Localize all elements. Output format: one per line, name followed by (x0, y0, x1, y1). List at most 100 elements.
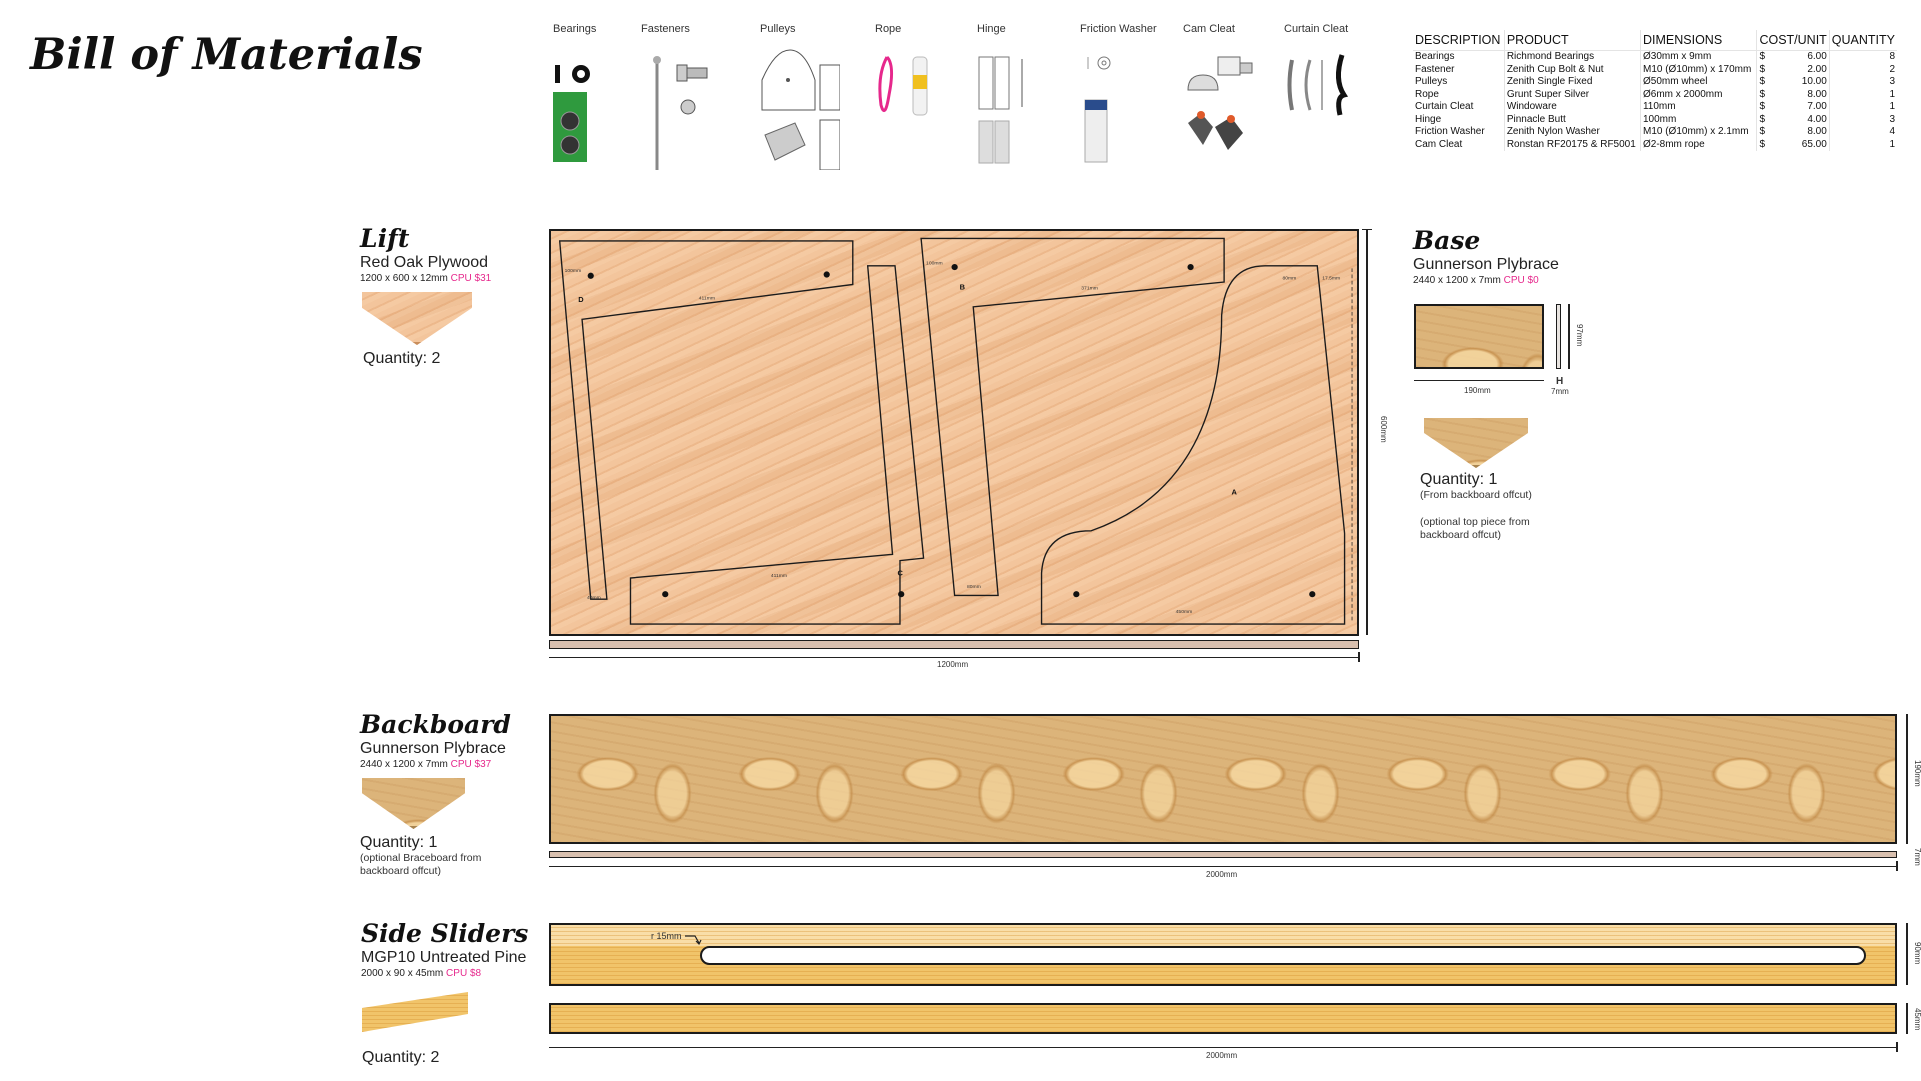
material-dims: 2440 x 1200 x 7mm (360, 759, 448, 770)
thickness-label: 45mm (1913, 1008, 1921, 1031)
hardware-cam-cleat: Cam Cleat (1183, 23, 1263, 170)
table-row: Curtain Cleat Windoware 110mm $7.00 1 (1413, 101, 1897, 114)
hardware-label: Bearings (553, 23, 597, 35)
cell-cost: 2.00 (1775, 63, 1830, 76)
rope-icon (878, 55, 928, 116)
section-title: Backboard (360, 710, 511, 739)
bearing-icon (553, 65, 590, 162)
piece-label-a: A (1232, 488, 1238, 497)
piece-a-outline (1040, 265, 1346, 625)
dimension-tick (1358, 652, 1360, 662)
hardware-friction-washer: Friction Washer (1080, 23, 1160, 175)
cell-description: Rope (1413, 88, 1505, 101)
cell-product: Pinnacle Butt (1504, 113, 1641, 126)
hardware-label: Cam Cleat (1183, 23, 1235, 35)
cell-description: Pulleys (1413, 76, 1505, 89)
piece-b-outline (920, 237, 1225, 597)
material-dims: 2000 x 90 x 45mm (361, 968, 444, 979)
cell-description: Cam Cleat (1413, 138, 1505, 151)
pulley-icon (761, 49, 841, 171)
height-dimension-label: 190mm (1913, 760, 1921, 787)
cell-description: Hinge (1413, 113, 1505, 126)
piece-c-outline (629, 265, 925, 625)
dim-label: 100mm (926, 261, 943, 267)
height-dimension-label: 90mm (1913, 942, 1921, 965)
cell-currency: $ (1759, 113, 1765, 125)
section-title: Base (1413, 226, 1481, 255)
width-dimension-label: 1200mm (937, 660, 969, 669)
piece-label-c: C (897, 569, 903, 578)
hardware-label: Fasteners (641, 23, 690, 35)
cell-quantity: 3 (1889, 76, 1895, 87)
cell-currency: $ (1759, 51, 1765, 62)
cell-cost: 8.00 (1775, 126, 1830, 139)
hardware-label: Curtain Cleat (1284, 23, 1349, 35)
backboard-edge-profile (549, 851, 1897, 858)
width-dimension-line (1414, 380, 1544, 381)
base-edge-profile (1556, 304, 1561, 369)
cell-cost: 4.00 (1775, 113, 1830, 126)
material-name: Gunnerson Plybrace (1413, 256, 1559, 273)
cell-quantity: 3 (1889, 113, 1895, 125)
cell-cost: 8.00 (1775, 88, 1830, 101)
cell-dimensions: M10 (Ø10mm) x 2.1mm (1640, 126, 1758, 139)
column-header: DIMENSIONS (1640, 30, 1758, 51)
cell-currency: $ (1759, 88, 1765, 100)
width-dimension-line (549, 1047, 1897, 1048)
cell-currency: $ (1759, 76, 1765, 87)
piece-d-outline (558, 240, 854, 600)
piece-label-b: B (960, 282, 966, 291)
height-dimension-line (1568, 304, 1570, 369)
cell-quantity: 4 (1889, 126, 1895, 137)
material-name: Red Oak Plywood (360, 254, 489, 271)
dim-label: 100mm (565, 268, 582, 274)
width-dimension-label: 2000mm (1206, 870, 1238, 879)
material-dims: 1200 x 600 x 12mm (360, 273, 448, 284)
cell-quantity: 8 (1889, 51, 1895, 62)
cost-per-unit: CPU $8 (446, 968, 482, 979)
cell-dimensions: Ø30mm x 9mm (1640, 50, 1758, 64)
cost-per-unit: CPU $37 (450, 759, 492, 770)
dim-label: 371mm (1081, 285, 1098, 291)
material-sample-image (1424, 418, 1528, 468)
hardware-bearings: Bearings (553, 23, 633, 170)
cell-dimensions: 110mm (1640, 101, 1758, 114)
lift-edge-profile (549, 640, 1359, 649)
piece-label-d: D (578, 295, 584, 304)
hinge-icon (978, 56, 1023, 164)
thickness-dimension-line (1906, 1003, 1908, 1034)
cell-currency: $ (1759, 63, 1765, 75)
section-title: Lift (360, 224, 410, 253)
quantity-label: Quantity: 2 (363, 350, 441, 367)
table-header-row: DESCRIPTION PRODUCT DIMENSIONS COST/UNIT… (1413, 30, 1897, 51)
note: (optional Braceboard from backboard offc… (360, 852, 482, 877)
hole-markers (587, 263, 1316, 598)
thickness-label: 7mm (1551, 387, 1569, 396)
cell-dimensions: Ø50mm wheel (1640, 76, 1758, 89)
column-header: PRODUCT (1504, 30, 1641, 51)
side-slider-edge (549, 1003, 1897, 1034)
cell-cost: 6.00 (1775, 50, 1830, 64)
height-dimension-label: 600mm (1379, 416, 1388, 443)
hardware-label: Pulleys (760, 23, 796, 35)
lift-cutting-sheet: D B C A 411mm 371mm 411mm 40mm 80mm 80mm… (549, 229, 1359, 636)
cell-product: Grunt Super Silver (1504, 88, 1641, 101)
width-dimension-line (549, 866, 1897, 867)
hardware-curtain-cleat: Curtain Cleat (1284, 23, 1364, 140)
cell-product: Zenith Cup Bolt & Nut (1504, 63, 1641, 76)
dimension-tick (1896, 1042, 1898, 1052)
cell-currency: $ (1759, 101, 1765, 112)
cell-dimensions: Ø2-8mm rope (1640, 138, 1758, 151)
cell-quantity: 1 (1889, 138, 1895, 150)
column-header: QUANTITY (1829, 30, 1897, 51)
hardware-hinge: Hinge (977, 23, 1047, 170)
quantity-label: Quantity: 1 (1420, 471, 1498, 488)
cell-cost: 65.00 (1775, 138, 1830, 151)
curtain-cleat-icon (1287, 54, 1349, 116)
table-row: Rope Grunt Super Silver Ø6mm x 2000mm $8.00… (1413, 88, 1897, 101)
dim-label: 80mm (1282, 276, 1296, 282)
cell-description: Curtain Cleat (1413, 101, 1505, 114)
hardware-label: Hinge (977, 23, 1006, 35)
cell-product: Ronstan RF20175 & RF5001 (1504, 138, 1641, 151)
width-dimension-label: 2000mm (1206, 1051, 1238, 1060)
